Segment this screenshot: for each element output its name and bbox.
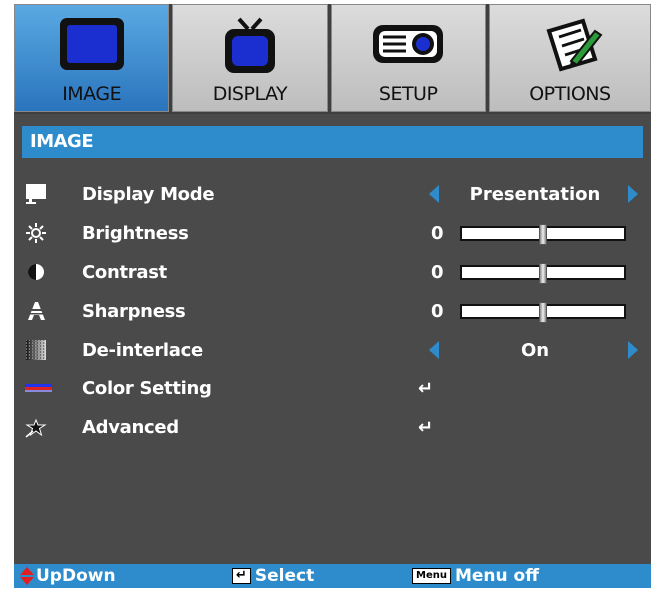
tab-setup-label: SETUP <box>378 83 438 105</box>
tab-image[interactable]: IMAGE <box>14 4 170 112</box>
projector-icon <box>373 25 444 63</box>
brightness-value: 0 <box>431 223 444 244</box>
updown-hint: UpDown <box>20 564 116 588</box>
slider-knob[interactable] <box>539 263 547 284</box>
tab-setup[interactable]: SETUP <box>330 4 486 112</box>
updown-arrow-icon <box>20 567 34 585</box>
select-label: Select <box>254 566 315 586</box>
updown-label: UpDown <box>36 566 116 586</box>
menu-item-advanced[interactable]: Advanced ↵ <box>14 409 651 445</box>
tab-image-label: IMAGE <box>62 83 122 105</box>
contrast-icon <box>28 264 44 280</box>
enter-icon: ↵ <box>418 378 434 399</box>
star-icon <box>25 418 47 438</box>
tab-display[interactable]: DISPLAY <box>172 4 328 112</box>
de-interlace-label: De-interlace <box>82 340 203 361</box>
deinterlace-icon <box>26 340 46 360</box>
tab-options[interactable]: OPTIONS <box>488 4 651 112</box>
menu-item-display-mode[interactable]: Display Mode Presentation <box>14 176 651 212</box>
menu-off-hint: Menu Menu off <box>412 564 539 588</box>
arrow-left-icon[interactable] <box>429 341 439 359</box>
brightness-label: Brightness <box>82 223 189 244</box>
arrow-right-icon[interactable] <box>628 185 638 203</box>
enter-icon: ↵ <box>418 417 434 438</box>
tv-icon <box>224 17 275 73</box>
display-mode-value: Presentation <box>469 184 601 205</box>
slider-knob[interactable] <box>539 224 547 245</box>
menu-off-label: Menu off <box>454 566 540 586</box>
contrast-value: 0 <box>431 262 444 283</box>
advanced-label: Advanced <box>82 417 179 438</box>
section-header: IMAGE <box>22 126 643 158</box>
monitor-icon <box>26 184 46 204</box>
select-hint: ↵ Select <box>232 564 314 588</box>
menu-item-contrast[interactable]: Contrast 0 <box>14 254 651 290</box>
sharpness-value: 0 <box>431 301 444 322</box>
color-setting-label: Color Setting <box>82 378 212 399</box>
notepad-pencil-icon <box>546 18 603 72</box>
sun-icon <box>26 223 46 243</box>
menu-key-icon: Menu <box>412 568 451 584</box>
slider-knob[interactable] <box>539 302 547 323</box>
monitor-icon <box>59 18 124 70</box>
menu-item-de-interlace[interactable]: De-interlace On <box>14 332 651 368</box>
footer-bar: UpDown ↵ Select Menu Menu off <box>14 564 651 588</box>
tab-options-label: OPTIONS <box>529 83 611 105</box>
sharpness-label: Sharpness <box>82 301 186 322</box>
sharpness-slider[interactable] <box>460 302 626 323</box>
contrast-label: Contrast <box>82 262 167 283</box>
color-bars-icon <box>25 384 52 392</box>
brightness-slider[interactable] <box>460 224 626 245</box>
enter-key-icon: ↵ <box>232 568 251 584</box>
tab-display-label: DISPLAY <box>212 83 288 105</box>
menu-item-brightness[interactable]: Brightness 0 <box>14 215 651 251</box>
arrow-left-icon[interactable] <box>429 185 439 203</box>
menu-tabs: IMAGE DISPLAY SETUP OPTIONS <box>14 4 651 114</box>
sharpness-icon <box>28 302 45 320</box>
menu-item-sharpness[interactable]: Sharpness 0 <box>14 293 651 329</box>
arrow-right-icon[interactable] <box>628 341 638 359</box>
de-interlace-value: On <box>520 340 550 361</box>
contrast-slider[interactable] <box>460 263 626 284</box>
display-mode-label: Display Mode <box>82 184 215 205</box>
menu-item-color-setting[interactable]: Color Setting ↵ <box>14 370 651 406</box>
projector-osd-menu: IMAGE DISPLAY SETUP OPTIONS IMAGE Displa… <box>14 4 651 588</box>
